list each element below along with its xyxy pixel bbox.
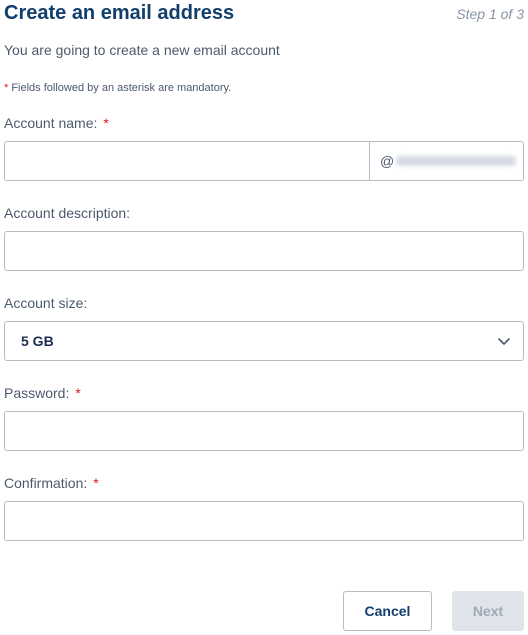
required-asterisk: * bbox=[103, 115, 109, 131]
required-asterisk: * bbox=[93, 475, 99, 491]
mandatory-note-text: Fields followed by an asterisk are manda… bbox=[8, 82, 232, 94]
form-header: Create an email address Step 1 of 3 bbox=[4, 0, 524, 28]
domain-suffix: @ bbox=[369, 142, 523, 180]
cancel-button[interactable]: Cancel bbox=[343, 591, 432, 631]
account-description-input[interactable] bbox=[5, 232, 523, 270]
account-size-label: Account size: bbox=[4, 293, 87, 313]
confirmation-label-text: Confirmation: bbox=[4, 475, 88, 491]
account-name-label-text: Account name: bbox=[4, 115, 98, 131]
mandatory-note: * Fields followed by an asterisk are man… bbox=[4, 80, 231, 96]
account-description-label-text: Account description: bbox=[4, 205, 131, 221]
password-label: Password: * bbox=[4, 383, 81, 403]
confirmation-input[interactable] bbox=[5, 502, 523, 540]
account-size-select[interactable]: 5 GB bbox=[4, 321, 524, 361]
chevron-down-icon bbox=[498, 338, 510, 345]
next-button[interactable]: Next bbox=[452, 591, 524, 631]
at-sign: @ bbox=[380, 153, 395, 169]
account-size-value: 5 GB bbox=[21, 333, 54, 349]
blurred-domain bbox=[396, 156, 517, 166]
page-title: Create an email address bbox=[4, 2, 235, 24]
required-asterisk: * bbox=[75, 385, 81, 401]
account-name-input[interactable] bbox=[5, 142, 369, 180]
confirmation-field bbox=[4, 501, 524, 541]
account-description-label: Account description: bbox=[4, 203, 130, 223]
password-input[interactable] bbox=[5, 412, 523, 450]
password-label-text: Password: bbox=[4, 385, 70, 401]
confirmation-label: Confirmation: * bbox=[4, 473, 99, 493]
account-name-label: Account name: * bbox=[4, 113, 109, 133]
account-size-label-text: Account size: bbox=[4, 295, 88, 311]
account-name-input-wrapper bbox=[5, 142, 369, 180]
intro-text: You are going to create a new email acco… bbox=[4, 42, 280, 58]
account-description-field bbox=[4, 231, 524, 271]
password-field bbox=[4, 411, 524, 451]
step-indicator: Step 1 of 3 bbox=[456, 6, 524, 22]
account-name-group: @ bbox=[4, 141, 524, 181]
